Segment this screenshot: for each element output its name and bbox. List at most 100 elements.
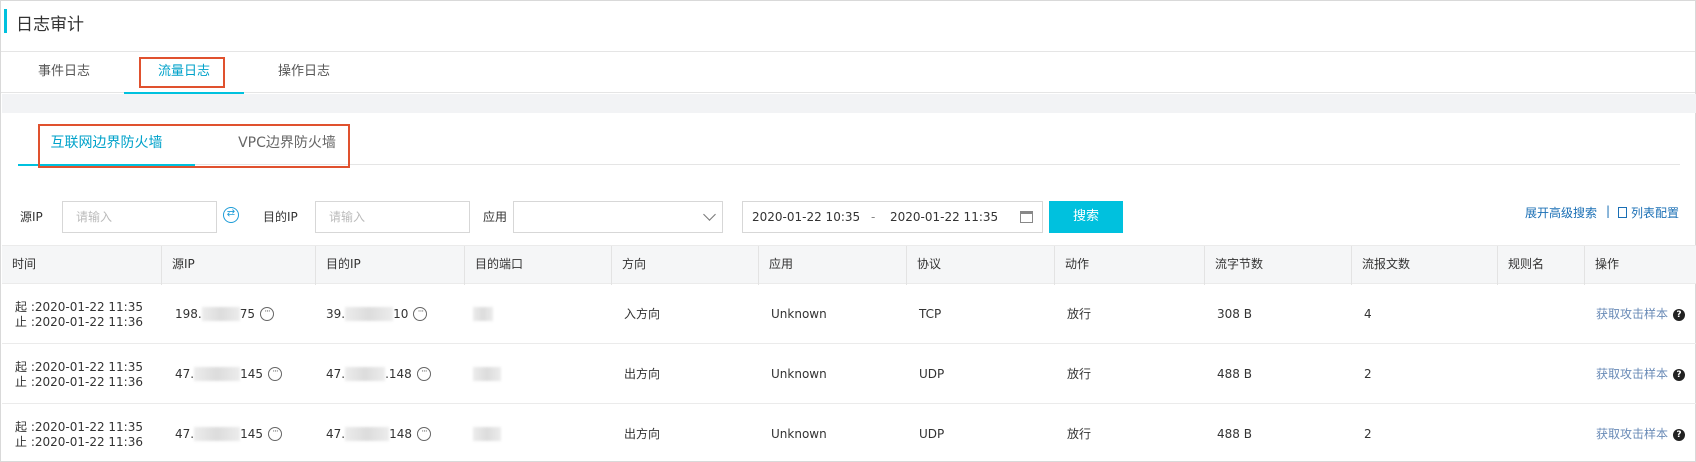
time-cell: 起 :2020-01-22 11:35 止 :2020-01-22 11:36 [2,284,143,344]
tab-operation-log[interactable]: 操作日志 [261,52,347,93]
column-config-link[interactable]: 列表配置 [1618,204,1679,221]
masked-port [473,367,501,381]
packets-cell: 2 [1364,367,1372,381]
page-header: 日志审计 [1,1,1695,52]
dst-port-cell [473,284,493,344]
ellipsis-circle-icon[interactable]: ··· [268,427,282,441]
ellipsis-circle-icon[interactable]: ··· [417,427,431,441]
action-cell: 放行 [1067,427,1092,441]
dst-ip-cell: 47. .148 ··· [326,344,431,404]
column-header: 应用 [759,246,907,285]
tab-traffic-log[interactable]: 流量日志 [124,52,244,94]
action-cell: 放行 [1067,307,1092,321]
masked-ip [345,427,390,441]
highlight-box [139,57,225,88]
protocol-cell: UDP [919,427,945,441]
active-tab-underline [18,164,195,166]
masked-port [473,307,493,321]
column-header: 协议 [907,246,1055,285]
action-cell: 放行 [1067,367,1092,381]
tab-label: 互联网边界防火墙 [50,135,163,151]
bytes-cell: 488 B [1217,367,1252,381]
time-cell: 起 :2020-01-22 11:35 止 :2020-01-22 11:36 [2,344,143,404]
start-time: 起 :2020-01-22 11:35 [15,360,143,374]
app-select[interactable] [513,201,723,233]
tab-label: VPC边界防火墙 [238,135,336,151]
column-header: 规则名 [1498,246,1585,285]
direction-cell: 入方向 [624,307,661,321]
operation-cell: 获取攻击样本? [1596,344,1686,404]
log-audit-page: 日志审计 事件日志 流量日志 操作日志 互联网边界防火墙 VPC边界防火墙 源I… [0,0,1696,462]
app-cell: Unknown [771,427,827,441]
table-row: 起 :2020-01-22 11:35 止 :2020-01-22 11:36 … [2,284,1696,344]
app-label: 应用 [483,210,508,224]
ellipsis-circle-icon[interactable]: ··· [268,367,282,381]
ip-suffix: 75 [239,307,255,321]
search-button[interactable]: 搜索 [1049,201,1123,233]
top-tabs: 事件日志 流量日志 操作日志 [1,52,1695,94]
question-circle-icon[interactable]: ? [1673,429,1686,441]
masked-ip [194,427,241,441]
ip-prefix: 47. [326,367,346,381]
ip-prefix: 47. [175,367,195,381]
table-row: 起 :2020-01-22 11:35 止 :2020-01-22 11:36 … [2,404,1696,462]
direction-cell: 出方向 [624,427,661,441]
get-attack-sample-link[interactable]: 获取攻击样本 [1596,427,1668,441]
calendar-icon[interactable] [1020,211,1033,223]
advanced-search-link[interactable]: 展开高级搜索 [1525,204,1597,221]
title-accent-bar [4,9,7,33]
masked-ip [345,367,386,381]
masked-ip [345,307,394,321]
operation-cell: 获取攻击样本? [1596,404,1686,462]
end-time: 2020-01-22 11:35 [890,210,999,224]
ellipsis-circle-icon[interactable]: ··· [260,307,274,321]
document-icon [1618,207,1627,218]
tab-event-log[interactable]: 事件日志 [21,52,107,93]
start-time: 2020-01-22 10:35 [752,210,861,224]
dst-ip-cell: 47. 148 ··· [326,404,431,462]
firewall-tabs: 互联网边界防火墙 VPC边界防火墙 [18,123,1680,168]
ellipsis-circle-icon[interactable]: ··· [416,367,431,381]
get-attack-sample-link[interactable]: 获取攻击样本 [1596,367,1668,381]
column-header: 目的端口 [465,246,612,285]
tab-vpc-firewall[interactable]: VPC边界防火墙 [217,123,357,165]
traffic-log-table: 时间 源IP 目的IP 目的端口 方向 应用 协议 动作 流字节数 流报文数 规… [2,245,1696,462]
end-time: 止 :2020-01-22 11:36 [15,375,143,389]
masked-ip [194,367,241,381]
dst-ip-input[interactable]: 请输入 [315,201,470,233]
date-range-picker[interactable]: 2020-01-22 10:35 - 2020-01-22 11:35 [742,201,1043,233]
dst-port-cell [473,344,501,404]
packets-cell: 4 [1364,307,1372,321]
column-header: 源IP [162,246,316,285]
ip-suffix: 145 [240,367,263,381]
ip-suffix: .148 [385,367,412,381]
src-ip-input[interactable]: 请输入 [62,201,217,233]
src-ip-cell: 198. 75 ··· [175,284,274,344]
ip-suffix: 145 [240,427,263,441]
tab-internet-firewall[interactable]: 互联网边界防火墙 [18,123,195,166]
column-header: 目的IP [316,246,465,285]
ellipsis-circle-icon[interactable]: ··· [413,307,428,321]
column-header: 动作 [1055,246,1205,285]
chevron-down-icon [703,208,716,221]
dst-port-cell [473,404,501,462]
table-row: 起 :2020-01-22 11:35 止 :2020-01-22 11:36 … [2,344,1696,404]
time-cell: 起 :2020-01-22 11:35 止 :2020-01-22 11:36 [2,404,143,462]
section-divider [2,94,1696,113]
question-circle-icon[interactable]: ? [1673,369,1686,381]
src-ip-cell: 47. 145 ··· [175,404,282,462]
tab-label: 操作日志 [277,64,330,79]
get-attack-sample-link[interactable]: 获取攻击样本 [1596,307,1668,321]
start-time: 起 :2020-01-22 11:35 [15,420,143,434]
column-header: 流字节数 [1205,246,1352,285]
start-time: 起 :2020-01-22 11:35 [15,300,143,314]
tab-label: 事件日志 [37,64,90,79]
bytes-cell: 308 B [1217,307,1252,321]
question-circle-icon[interactable]: ? [1673,309,1686,321]
column-header: 时间 [2,246,162,285]
end-time: 止 :2020-01-22 11:36 [15,435,143,449]
ip-prefix: 47. [326,427,346,441]
swap-icon[interactable]: ⇄ [223,207,239,223]
protocol-cell: TCP [919,307,942,321]
src-ip-label: 源IP [20,210,43,224]
